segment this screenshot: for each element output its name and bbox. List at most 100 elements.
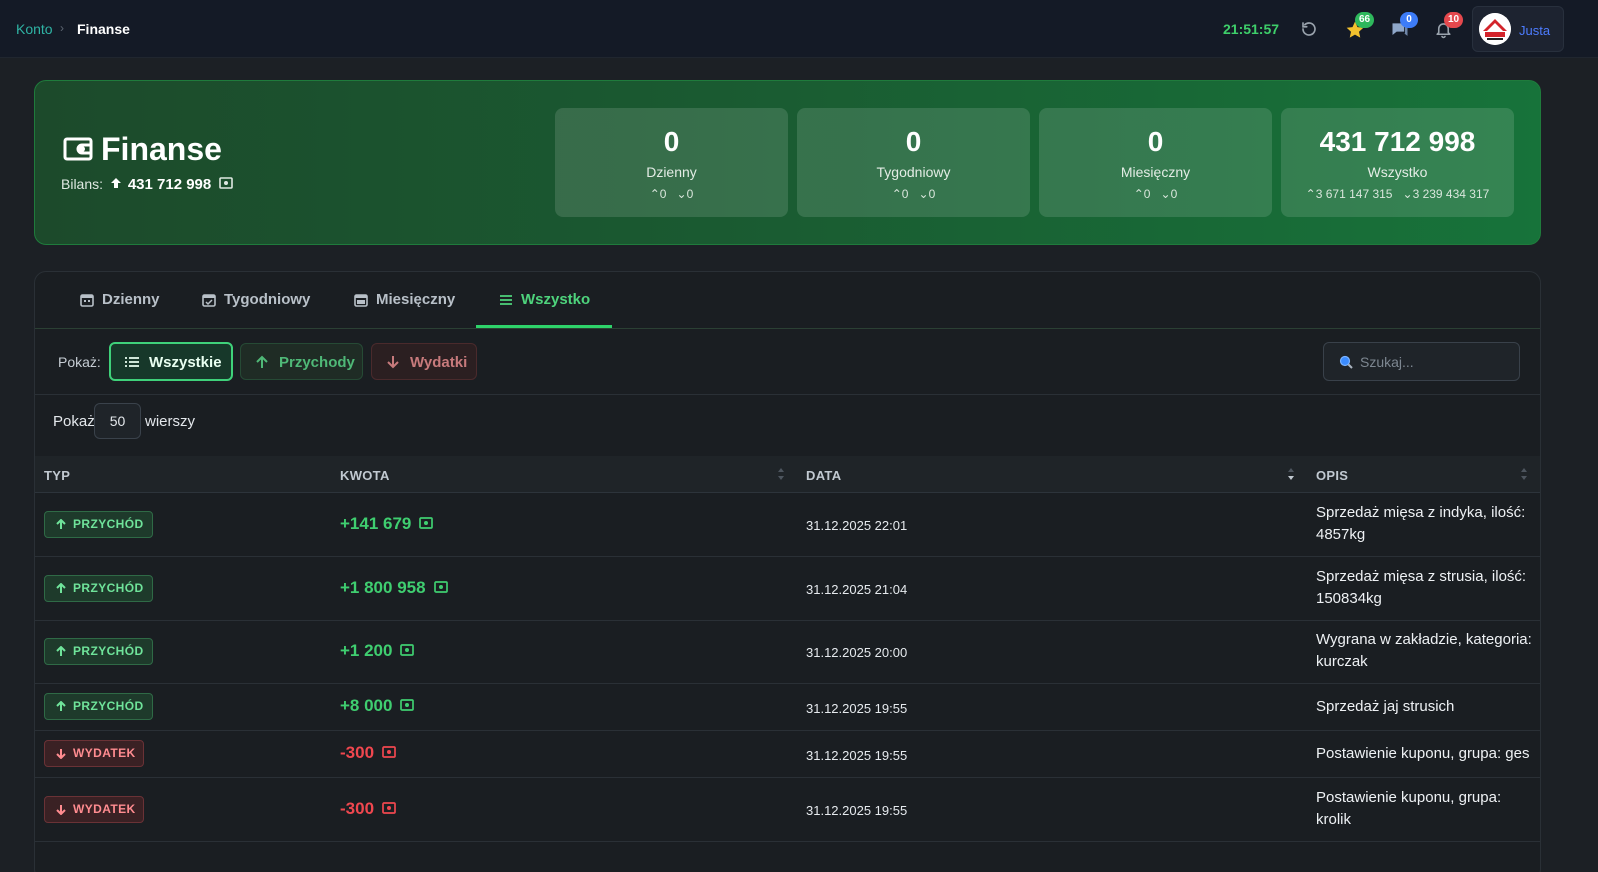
date: 31.12.2025 19:55 xyxy=(806,701,908,716)
type-badge-income: PRZYCHÓD xyxy=(44,693,153,720)
favorites-button[interactable]: 66 xyxy=(1341,12,1375,43)
user-menu[interactable]: Justa xyxy=(1472,6,1564,52)
list-icon xyxy=(125,357,139,367)
amount: +141 679 xyxy=(340,514,434,534)
arrow-up-icon xyxy=(56,646,66,656)
description: Sprzedaż mięsa z indyka, ilość: 4857kg xyxy=(1316,504,1526,543)
stat-all: 431 712 998 Wszystko ⌃3 671 147 315 ⌄3 2… xyxy=(1281,108,1514,217)
up-chevron-icon: ⌃ xyxy=(1305,187,1316,201)
cash-icon xyxy=(382,746,396,758)
sort-icon[interactable] xyxy=(776,466,786,482)
arrow-up-icon xyxy=(256,355,268,368)
search-input[interactable] xyxy=(1360,343,1516,380)
description: Postawienie kuponu, grupa: ges xyxy=(1316,745,1530,762)
table-row[interactable]: WYDATEK -300 31.12.2025 19:55 Postawieni… xyxy=(35,731,1540,778)
down-chevron-icon: ⌄ xyxy=(1160,187,1171,201)
table-row[interactable]: PRZYCHÓD +8 000 31.12.2025 19:55 Sprzeda… xyxy=(35,684,1540,731)
column-header-opis[interactable]: OPIS xyxy=(1316,468,1348,483)
table-row[interactable]: PRZYCHÓD +1 200 31.12.2025 20:00 Wygrana… xyxy=(35,621,1540,684)
search-icon xyxy=(1339,355,1353,369)
up-chevron-icon: ⌃ xyxy=(649,187,660,201)
stat-daily: 0 Dzienny ⌃0 ⌄0 xyxy=(555,108,788,217)
table-row[interactable]: WYDATEK -300 31.12.2025 19:55 Postawieni… xyxy=(35,778,1540,842)
messages-button[interactable]: 0 xyxy=(1386,12,1418,43)
table-row[interactable]: PRZYCHÓD +141 679 31.12.2025 22:01 Sprze… xyxy=(35,493,1540,557)
type-badge-income: PRZYCHÓD xyxy=(44,575,153,602)
filter-label: Pokaż: xyxy=(58,354,101,370)
up-chevron-icon: ⌃ xyxy=(1133,187,1144,201)
refresh-icon xyxy=(1302,22,1316,36)
description: Sprzedaż mięsa z strusia, ilość: 150834k… xyxy=(1316,568,1527,607)
breadcrumb-current: Finanse xyxy=(77,21,130,37)
arrow-down-icon xyxy=(387,356,399,369)
filter-income-button[interactable]: Przychody xyxy=(240,343,363,380)
amount: +8 000 xyxy=(340,696,415,716)
refresh-button[interactable] xyxy=(1296,15,1324,43)
description: Postawienie kuponu, grupa: krolik xyxy=(1316,789,1502,828)
calendar-week-icon xyxy=(202,294,216,307)
date: 31.12.2025 19:55 xyxy=(806,803,908,818)
description: Sprzedaż jaj strusich xyxy=(1316,698,1455,715)
search-box[interactable] xyxy=(1323,342,1520,381)
active-tab-indicator xyxy=(476,325,612,328)
column-header-data[interactable]: DATA xyxy=(806,468,841,483)
filter-expense-button[interactable]: Wydatki xyxy=(371,343,477,380)
column-header-typ[interactable]: TYP xyxy=(44,468,70,483)
arrow-down-icon xyxy=(56,805,66,815)
date: 31.12.2025 19:55 xyxy=(806,748,908,763)
cash-icon xyxy=(419,517,434,529)
arrow-up-icon xyxy=(56,519,66,529)
balance-value: 431 712 998 xyxy=(127,176,212,193)
down-chevron-icon: ⌄ xyxy=(676,187,687,201)
arrow-up-icon xyxy=(56,701,66,711)
list-icon xyxy=(500,295,512,305)
avatar xyxy=(1479,13,1511,45)
arrow-up-icon xyxy=(56,583,66,593)
type-badge-income: PRZYCHÓD xyxy=(44,638,153,665)
cash-icon xyxy=(219,177,233,189)
up-chevron-icon: ⌃ xyxy=(891,187,902,201)
table-header: TYP KWOTA DATA OPIS xyxy=(35,456,1540,493)
finance-summary-card: Finanse Bilans: 431 712 998 0 Dzienny ⌃0… xyxy=(34,80,1541,245)
down-chevron-icon: ⌄ xyxy=(1402,187,1413,201)
type-badge-expense: WYDATEK xyxy=(44,740,144,767)
arrow-down-icon xyxy=(56,749,66,759)
period-tabs: Dzienny Tygodniowy Miesięczny Wszystko xyxy=(35,272,1540,329)
wallet-icon xyxy=(63,137,93,161)
avatar-logo-icon xyxy=(1479,13,1511,45)
description: Wygrana w zakładzie, kategoria: kurczak xyxy=(1316,631,1532,670)
date: 31.12.2025 21:04 xyxy=(806,582,908,597)
balance: Bilans: 431 712 998 xyxy=(61,176,233,193)
amount: -300 xyxy=(340,743,396,763)
breadcrumb-konto-link[interactable]: Konto xyxy=(16,21,53,37)
column-header-kwota[interactable]: KWOTA xyxy=(340,468,390,483)
calendar-day-icon xyxy=(80,294,94,307)
cash-icon xyxy=(400,699,415,711)
stat-monthly: 0 Miesięczny ⌃0 ⌄0 xyxy=(1039,108,1272,217)
arrow-up-icon xyxy=(110,178,121,188)
clock: 21:51:57 xyxy=(1223,21,1280,37)
page-size-select[interactable]: 50 xyxy=(94,403,141,439)
stat-weekly: 0 Tygodniowy ⌃0 ⌄0 xyxy=(797,108,1030,217)
messages-badge: 0 xyxy=(1400,12,1418,28)
sort-desc-icon[interactable] xyxy=(1286,466,1296,482)
amount: +1 200 xyxy=(340,641,415,661)
cash-icon xyxy=(382,802,396,814)
date: 31.12.2025 22:01 xyxy=(806,518,908,533)
sort-icon[interactable] xyxy=(1519,466,1529,482)
calendar-month-icon xyxy=(354,294,368,307)
filter-bar: Pokaż: Wszystkie Przychody Wydatki xyxy=(35,329,1540,395)
down-chevron-icon: ⌄ xyxy=(918,187,929,201)
type-badge-income: PRZYCHÓD xyxy=(44,511,153,538)
notifications-button[interactable]: 10 xyxy=(1430,12,1464,43)
notifications-badge: 10 xyxy=(1444,12,1464,28)
amount: +1 800 958 xyxy=(340,578,448,598)
filter-all-button[interactable]: Wszystkie xyxy=(109,342,233,381)
favorites-badge: 66 xyxy=(1355,12,1375,28)
transactions-panel: Dzienny Tygodniowy Miesięczny Wszystko P… xyxy=(34,271,1541,872)
amount: -300 xyxy=(340,799,396,819)
table-row[interactable]: PRZYCHÓD +1 800 958 31.12.2025 21:04 Spr… xyxy=(35,557,1540,621)
top-bar: Konto › Finanse 21:51:57 66 0 10 Justa xyxy=(0,0,1598,58)
breadcrumb-chevron-icon: › xyxy=(60,21,64,35)
date: 31.12.2025 20:00 xyxy=(806,645,908,660)
